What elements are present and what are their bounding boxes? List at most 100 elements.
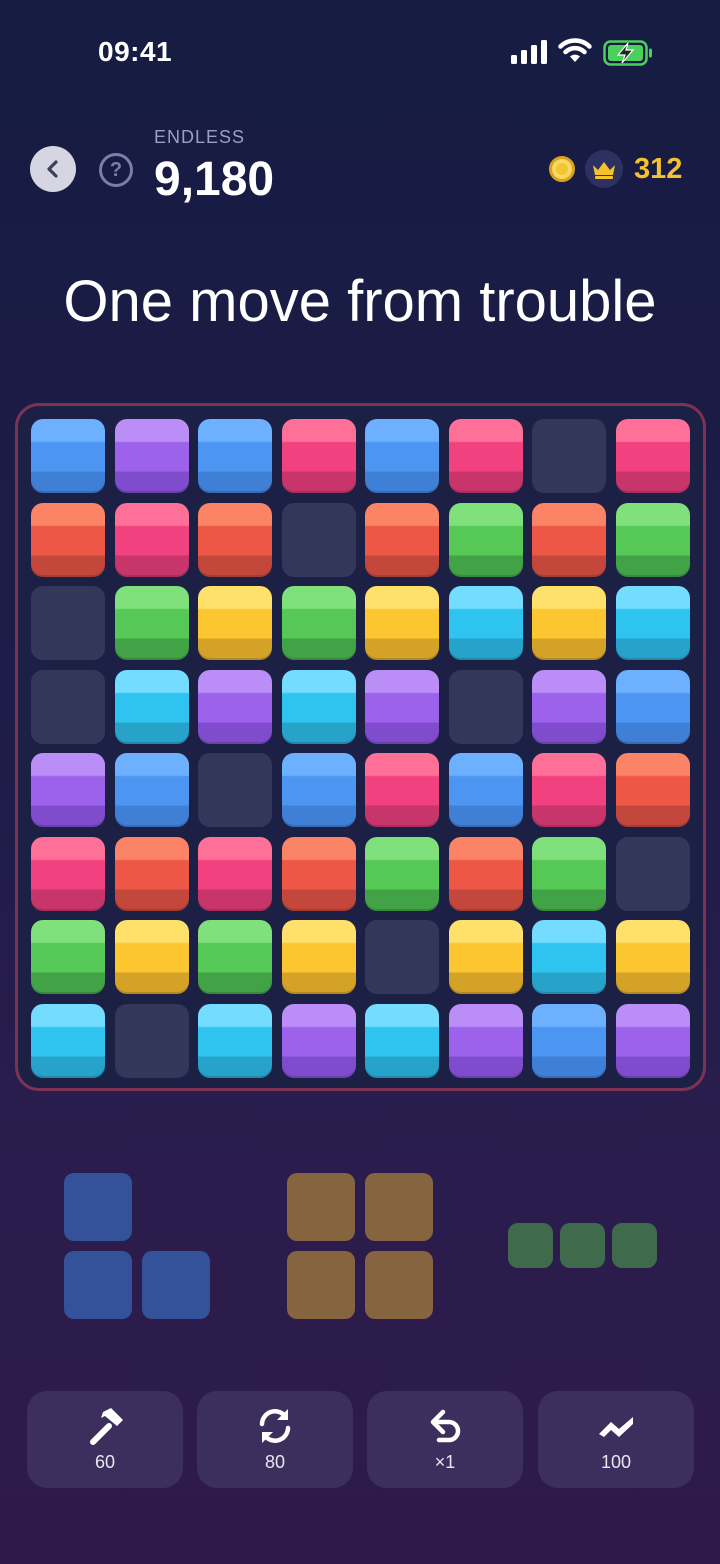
pink-block [31, 836, 105, 911]
empty-cell [365, 920, 439, 994]
green-block [532, 836, 606, 911]
empty-cell [532, 419, 606, 493]
hammer-count: 60 [94, 1452, 116, 1472]
cyan-block [31, 1003, 105, 1078]
empty-cell [31, 669, 105, 744]
status-time: 09:41 [98, 36, 173, 67]
l-piece-cell [64, 1251, 132, 1319]
yellow-block [198, 586, 272, 660]
pink-block [365, 753, 439, 827]
cyan-block [198, 1003, 272, 1078]
red-block [532, 502, 606, 577]
empty-cell [31, 586, 105, 660]
blue-block [281, 753, 356, 827]
coin-icon [549, 156, 575, 182]
blue-block [532, 1003, 606, 1078]
hammer-button[interactable]: 60 [27, 1391, 183, 1488]
green-block [114, 586, 189, 660]
red-block [615, 753, 690, 827]
battery-charging-icon [603, 40, 652, 66]
yellow-block [365, 586, 439, 660]
purple-block [532, 669, 606, 744]
back-button[interactable] [30, 146, 76, 192]
red-block [198, 502, 272, 577]
line-piece-cell [508, 1223, 553, 1268]
score-value: 9,180 [154, 153, 275, 206]
line-piece-cell [560, 1223, 605, 1268]
cyan-block [448, 586, 523, 660]
green-block [365, 836, 439, 911]
red-block [365, 502, 439, 577]
l-piece-cell [64, 1173, 132, 1241]
bomb-button[interactable]: 100 [538, 1391, 694, 1488]
purple-block [448, 1003, 523, 1078]
green-block [31, 920, 105, 994]
empty-cell [448, 669, 523, 744]
undo-button[interactable]: ×1 [367, 1391, 523, 1488]
square-piece-cell [365, 1173, 433, 1241]
cyan-block [532, 920, 606, 994]
green-block [198, 920, 272, 994]
chevron-left-icon [47, 160, 58, 178]
red-block [448, 836, 523, 911]
square-piece-cell [287, 1173, 355, 1241]
pink-block [281, 419, 356, 493]
yellow-block [281, 920, 356, 994]
blue-block [114, 753, 189, 827]
empty-cell [114, 1003, 189, 1078]
cyan-block [281, 669, 356, 744]
pink-block [114, 502, 189, 577]
empty-cell [615, 836, 690, 911]
cyan-block [365, 1003, 439, 1078]
undo-icon [430, 1409, 461, 1443]
red-block [114, 836, 189, 911]
blue-block [448, 753, 523, 827]
purple-block [615, 1003, 690, 1078]
square-piece-cell [365, 1251, 433, 1319]
empty-cell [281, 502, 356, 577]
purple-block [281, 1003, 356, 1078]
purple-block [114, 419, 189, 493]
pink-block [615, 419, 690, 493]
game-board[interactable] [15, 403, 706, 1091]
pink-block [448, 419, 523, 493]
purple-block [31, 753, 105, 827]
bomb-count: 100 [600, 1452, 632, 1472]
cellular-signal-icon [511, 40, 547, 64]
yellow-block [615, 920, 690, 994]
lightning-icon [599, 1417, 633, 1437]
hammer-icon [90, 1408, 123, 1445]
line-piece-cell [612, 1223, 657, 1268]
pink-block [198, 836, 272, 911]
crown-icon [585, 150, 623, 188]
wifi-icon [558, 38, 592, 62]
red-block [31, 502, 105, 577]
square-piece-cell [287, 1251, 355, 1319]
green-block [281, 586, 356, 660]
yellow-block [448, 920, 523, 994]
cyan-block [615, 586, 690, 660]
blue-block [198, 419, 272, 493]
purple-block [365, 669, 439, 744]
status-bar: 09:41 [0, 0, 720, 100]
mode-label: ENDLESS [154, 127, 246, 147]
green-block [448, 502, 523, 577]
undo-count: ×1 [434, 1452, 456, 1472]
shuffle-button[interactable]: 80 [197, 1391, 353, 1488]
red-block [281, 836, 356, 911]
l-piece-cell [142, 1251, 210, 1319]
blue-block [31, 419, 105, 493]
purple-block [198, 669, 272, 744]
shuffle-count: 80 [264, 1452, 286, 1472]
pink-block [532, 753, 606, 827]
help-icon[interactable]: ? [99, 153, 133, 187]
refresh-icon [259, 1409, 291, 1443]
green-block [615, 502, 690, 577]
blue-block [365, 419, 439, 493]
cyan-block [114, 669, 189, 744]
blue-block [615, 669, 690, 744]
yellow-block [532, 586, 606, 660]
yellow-block [114, 920, 189, 994]
coin-count: 312 [634, 153, 683, 185]
empty-cell [198, 753, 272, 827]
